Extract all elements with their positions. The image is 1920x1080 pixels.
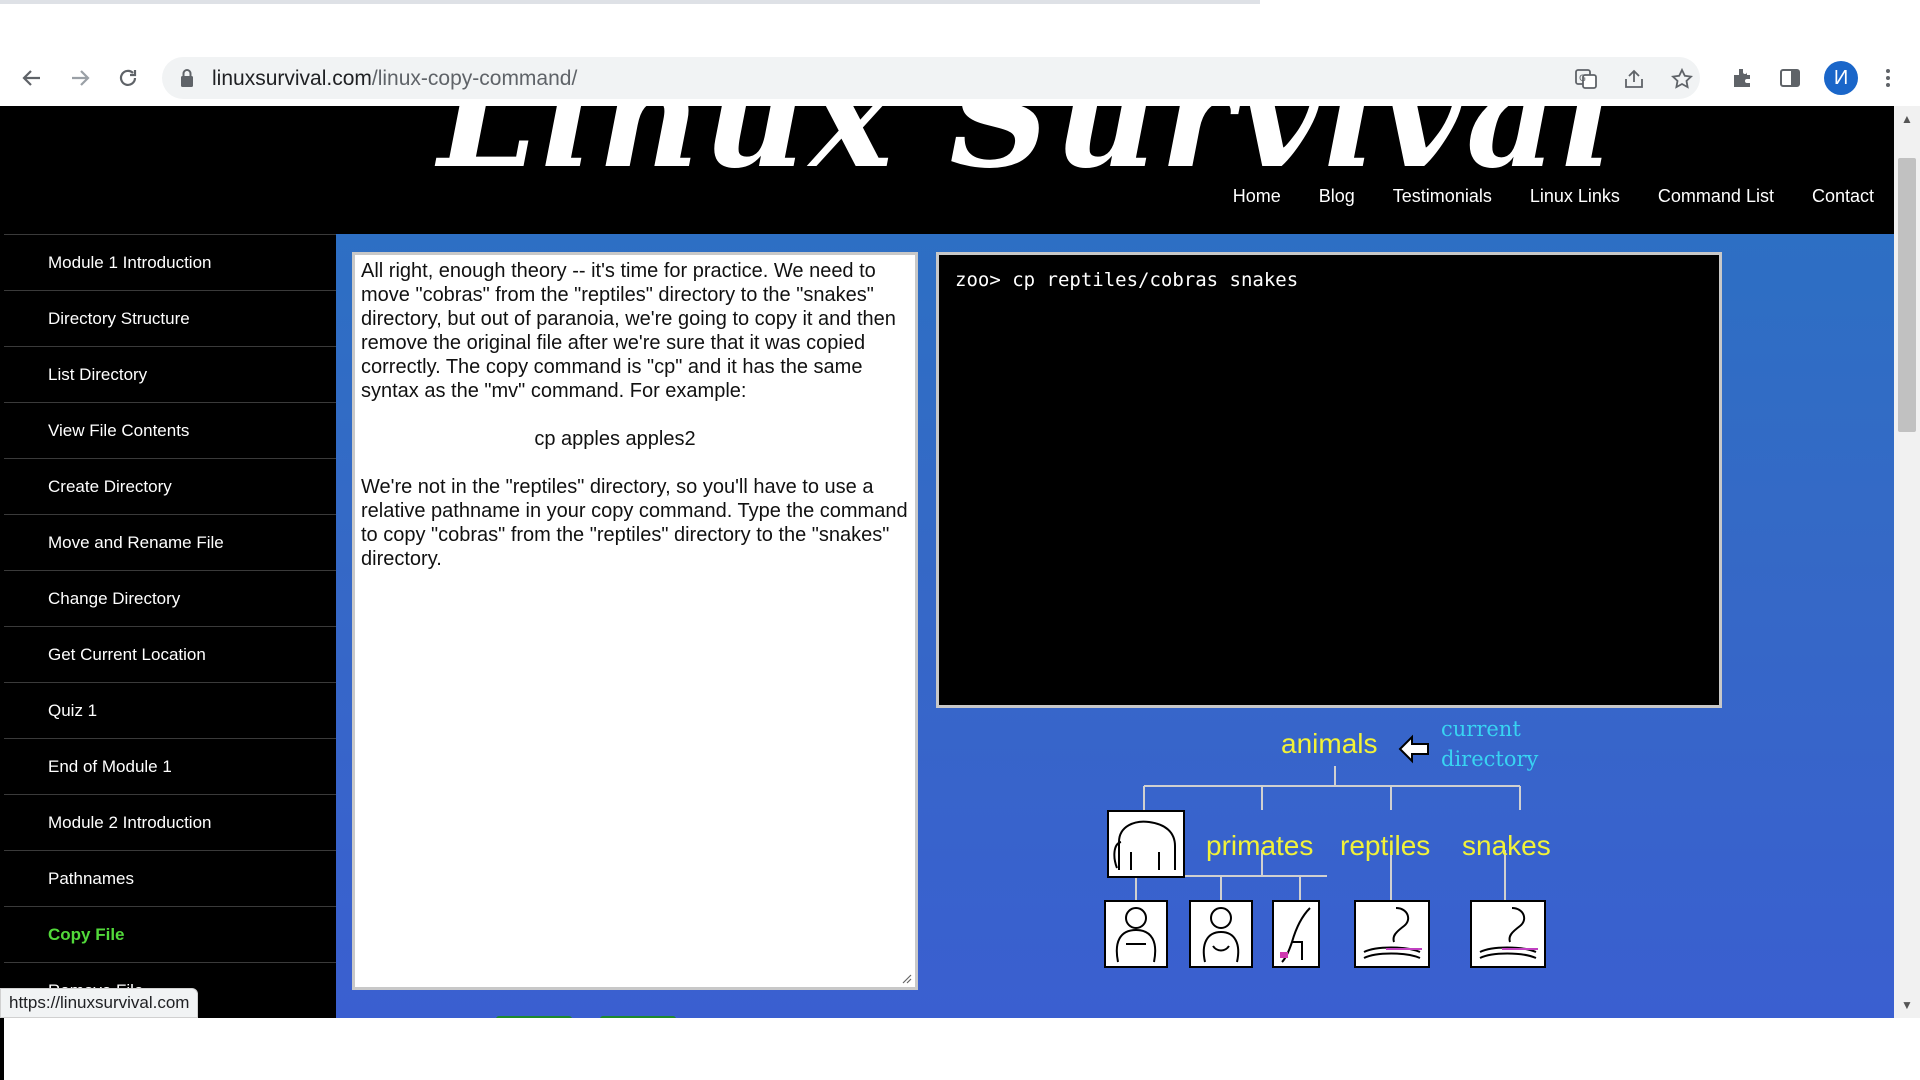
lesson-paragraph-1: All right, enough theory -- it's time fo…	[361, 260, 896, 402]
nav-testimonials[interactable]: Testimonials	[1393, 186, 1492, 207]
sidebar-item-module-2-introduction[interactable]: Module 2 Introduction	[4, 794, 336, 850]
gorilla-icon	[1104, 900, 1168, 968]
sidebar-item-create-directory[interactable]: Create Directory	[4, 458, 336, 514]
sidebar-item-change-directory[interactable]: Change Directory	[4, 570, 336, 626]
scrollbar-thumb[interactable]	[1898, 158, 1916, 432]
sidebar-item-list-directory[interactable]: List Directory	[4, 346, 336, 402]
url-domain: linuxsurvival.com	[212, 67, 372, 90]
page-viewport: Linux Survival Home Blog Testimonials Li…	[0, 106, 1894, 1018]
lock-icon[interactable]	[180, 68, 194, 88]
current-directory-label: current directory	[1441, 714, 1538, 774]
current-label-line-2: directory	[1441, 747, 1539, 771]
tab-strip	[0, 0, 1920, 50]
reload-icon[interactable]	[110, 60, 146, 96]
sidebar-item-view-file-contents[interactable]: View File Contents	[4, 402, 336, 458]
forward-icon[interactable]	[62, 60, 98, 96]
translate-icon[interactable]: G	[1572, 65, 1600, 93]
sidebar-item-get-current-location[interactable]: Get Current Location	[4, 626, 336, 682]
sidebar-item-end-of-module-1[interactable]: End of Module 1	[4, 738, 336, 794]
lesson-paragraph-2: We're not in the "reptiles" directory, s…	[361, 476, 908, 570]
bottom-blank-area	[0, 1018, 1920, 1080]
tree-node-animals: animals	[1281, 728, 1378, 759]
sidebar-item-pathnames[interactable]: Pathnames	[4, 850, 336, 906]
svg-text:G: G	[1579, 74, 1586, 84]
cobra-icon-snakes	[1470, 900, 1546, 968]
page-scrollbar[interactable]: ▲ ▼	[1894, 106, 1920, 1018]
current-directory-arrow-icon	[1398, 734, 1429, 764]
monkey-icon	[1272, 900, 1320, 968]
nav-home[interactable]: Home	[1233, 186, 1281, 207]
nav-command-list[interactable]: Command List	[1658, 186, 1774, 207]
url-text[interactable]: linuxsurvival.com/linux-copy-command/	[212, 67, 577, 91]
scroll-down-icon[interactable]: ▼	[1900, 998, 1914, 1012]
nav-linux-links[interactable]: Linux Links	[1530, 186, 1620, 207]
lesson-text-area[interactable]: All right, enough theory -- it's time fo…	[352, 252, 918, 990]
active-tab[interactable]	[1260, 0, 1920, 4]
lesson-content: All right, enough theory -- it's time fo…	[336, 234, 1894, 1018]
terminal-window[interactable]: zoo> cp reptiles/cobras snakes	[936, 252, 1722, 708]
address-bar[interactable]: linuxsurvival.com/linux-copy-command/ G	[162, 57, 1700, 99]
cobra-icon-reptiles	[1354, 900, 1430, 968]
bookmark-star-icon[interactable]	[1668, 65, 1696, 93]
nav-contact[interactable]: Contact	[1812, 186, 1874, 207]
site-header: Linux Survival Home Blog Testimonials Li…	[0, 106, 1894, 234]
directory-tree-diagram: animals current directory primates repti…	[936, 714, 1636, 1018]
sidebar-item-quiz-1[interactable]: Quiz 1	[4, 682, 336, 738]
tree-node-snakes: snakes	[1462, 830, 1551, 861]
sidebar-item-module-1-introduction[interactable]: Module 1 Introduction	[4, 234, 336, 290]
current-label-line-1: current	[1441, 717, 1521, 741]
ape-icon	[1189, 900, 1253, 968]
bottom-edge	[0, 1018, 4, 1080]
resize-handle-icon[interactable]	[900, 972, 912, 984]
scroll-up-icon[interactable]: ▲	[1900, 112, 1914, 126]
sidebar-item-move-and-rename-file[interactable]: Move and Rename File	[4, 514, 336, 570]
elephant-icon	[1107, 810, 1185, 878]
extensions-icon[interactable]	[1726, 62, 1758, 94]
back-icon[interactable]	[14, 60, 50, 96]
lesson-sidebar: Module 1 Introduction Directory Structur…	[4, 234, 336, 1018]
menu-kebab-icon[interactable]	[1872, 62, 1904, 94]
sidebar-item-copy-file[interactable]: Copy File	[4, 906, 336, 962]
share-icon[interactable]	[1620, 65, 1648, 93]
tree-node-primates: primates	[1206, 830, 1314, 861]
terminal-line: zoo> cp reptiles/cobras snakes	[955, 269, 1299, 291]
status-bubble-url: https://linuxsurvival.com	[0, 988, 199, 1018]
lesson-example-command: cp apples apples2	[534, 428, 696, 450]
tree-node-reptiles: reptiles	[1340, 830, 1431, 861]
side-panel-icon[interactable]	[1774, 62, 1806, 94]
top-navigation: Home Blog Testimonials Linux Links Comma…	[1233, 186, 1874, 207]
profile-avatar[interactable]: И	[1824, 61, 1858, 95]
sidebar-item-directory-structure[interactable]: Directory Structure	[4, 290, 336, 346]
nav-blog[interactable]: Blog	[1319, 186, 1355, 207]
browser-toolbar: linuxsurvival.com/linux-copy-command/ G	[0, 50, 1920, 106]
url-path: /linux-copy-command/	[371, 67, 578, 90]
